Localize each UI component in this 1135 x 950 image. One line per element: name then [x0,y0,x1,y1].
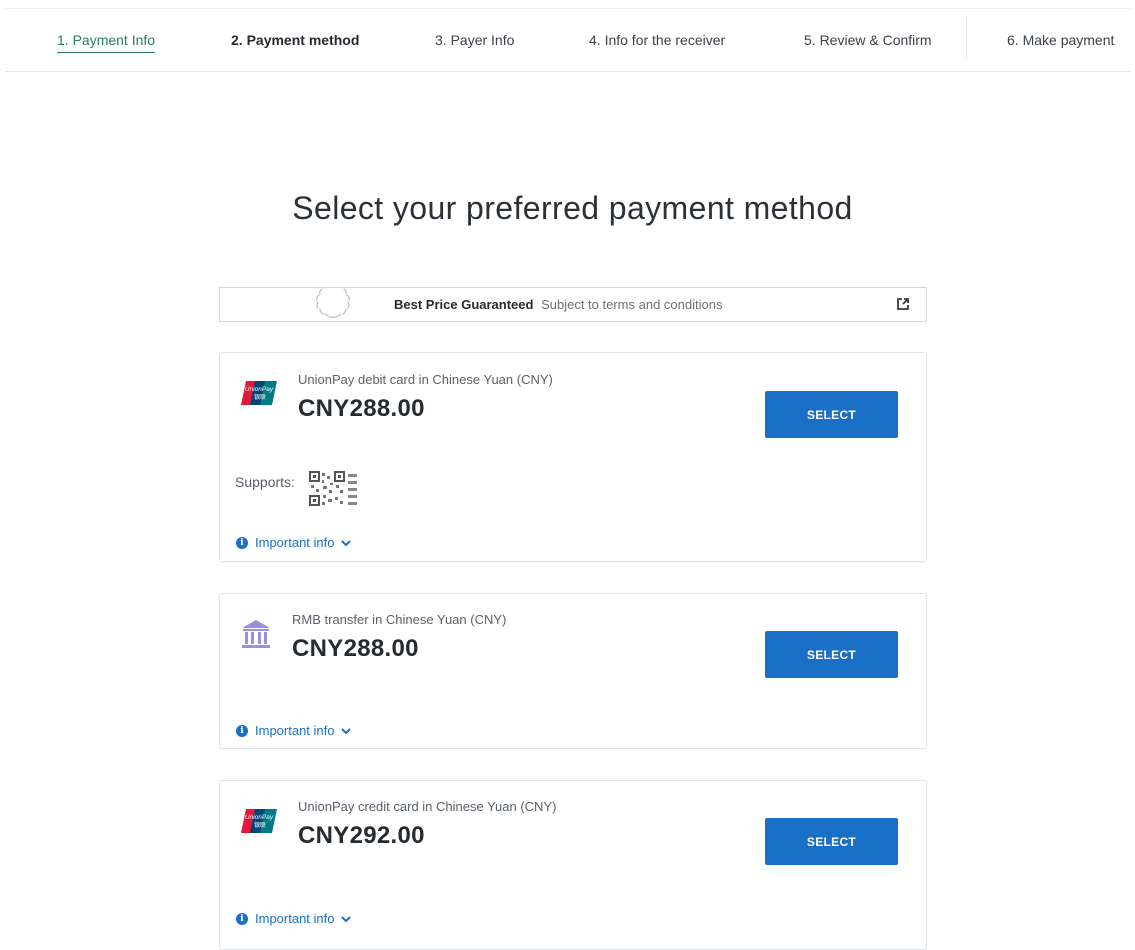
important-info-toggle[interactable]: i Important info [236,723,351,738]
select-button[interactable]: SELECT [765,631,898,678]
important-info-toggle[interactable]: i Important info [236,911,351,926]
supports-label: Supports: [235,474,295,490]
important-info-label: Important info [255,535,335,550]
external-link-icon[interactable] [896,297,910,311]
important-info-label: Important info [255,911,335,926]
svg-text:银联: 银联 [254,393,266,401]
option-price: CNY288.00 [292,635,419,662]
important-info-toggle[interactable]: i Important info [236,535,351,550]
svg-text:UnionPay: UnionPay [245,814,274,821]
best-price-subtext: Subject to terms and conditions [541,297,723,312]
chevron-down-icon [340,915,351,922]
info-icon: i [236,536,248,549]
option-caption: RMB transfer in Chinese Yuan (CNY) [292,612,507,627]
unionpay-logo: UnionPay 银联 [241,809,277,833]
option-caption: UnionPay debit card in Chinese Yuan (CNY… [298,372,553,387]
info-icon: i [236,724,248,737]
step-review-confirm[interactable]: 5. Review & Confirm [804,32,932,48]
page-title: Select your preferred payment method [292,190,853,226]
qr-code-icon [309,471,357,506]
step-divider [966,19,967,59]
step-payment-method[interactable]: 2. Payment method [231,32,359,48]
svg-text:银联: 银联 [254,821,266,829]
step-payment-info[interactable]: 1. Payment Info [57,32,156,53]
option-caption: UnionPay credit card in Chinese Yuan (CN… [298,799,557,814]
important-info-label: Important info [255,723,335,738]
progress-stepper: 1. Payment Info 2. Payment method 3. Pay… [5,8,1131,72]
payment-option-unionpay-credit: UnionPay 银联 UnionPay credit card in Chin… [219,780,927,950]
best-price-banner: Best Price Guaranteed Subject to terms a… [219,287,927,322]
laurel-wreath-icon [316,288,350,319]
svg-text:UnionPay: UnionPay [245,386,274,393]
payment-option-rmb-transfer: RMB transfer in Chinese Yuan (CNY) CNY28… [219,593,927,749]
chevron-down-icon [340,539,351,546]
select-button[interactable]: SELECT [765,818,898,865]
step-payer-info[interactable]: 3. Payer Info [435,32,514,48]
select-button[interactable]: SELECT [765,391,898,438]
step-make-payment[interactable]: 6. Make payment [1007,32,1114,48]
payment-option-unionpay-debit: UnionPay 银联 UnionPay debit card in Chine… [219,352,927,562]
chevron-down-icon [340,727,351,734]
info-icon: i [236,912,248,925]
option-price: CNY288.00 [298,395,425,422]
best-price-heading: Best Price Guaranteed [394,297,534,312]
bank-icon [242,620,270,648]
best-price-text: Best Price Guaranteed Subject to terms a… [394,297,722,312]
option-price: CNY292.00 [298,822,425,849]
unionpay-logo: UnionPay 银联 [241,381,277,405]
step-info-for-receiver[interactable]: 4. Info for the receiver [589,32,725,48]
